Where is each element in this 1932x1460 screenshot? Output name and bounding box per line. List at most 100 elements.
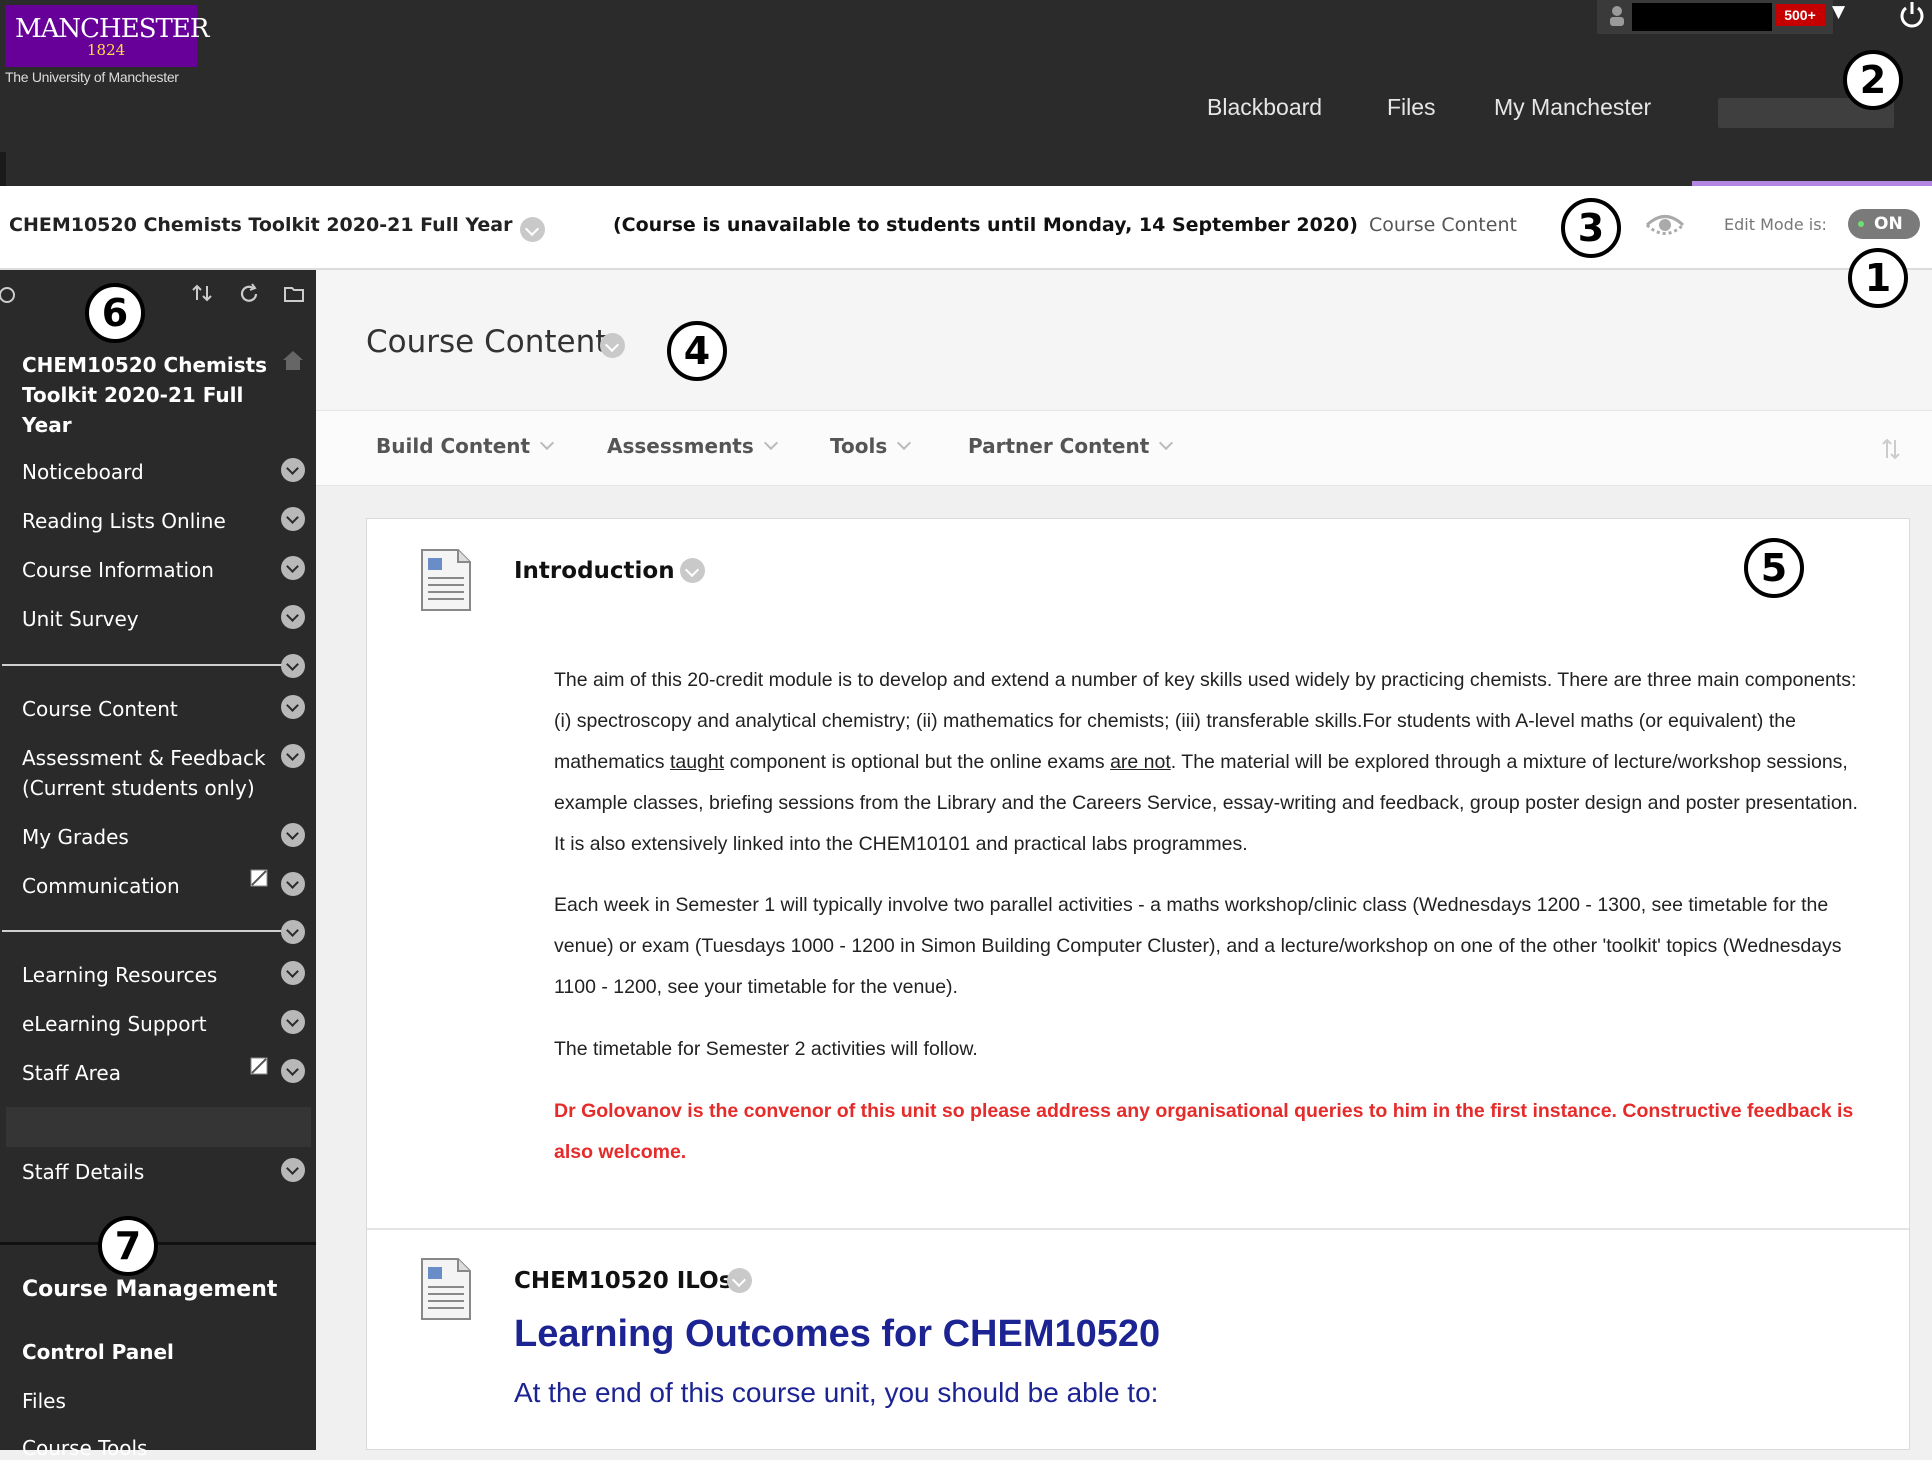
- sort-icon[interactable]: [1880, 436, 1902, 462]
- edit-mode-label: Edit Mode is:: [1724, 215, 1827, 234]
- chevron-down-icon[interactable]: [600, 333, 625, 358]
- nav-files[interactable]: Files: [1387, 94, 1436, 121]
- intro-text: taught: [669, 751, 725, 773]
- edit-mode-toggle[interactable]: ON: [1848, 209, 1920, 239]
- document-icon: [421, 1258, 471, 1320]
- chevron-down-icon[interactable]: [281, 556, 305, 580]
- nav-blackboard[interactable]: Blackboard: [1207, 94, 1322, 121]
- chevron-down-icon[interactable]: [520, 217, 545, 242]
- control-panel-link[interactable]: Control Panel: [22, 1340, 174, 1364]
- sidebar-divider: [2, 664, 284, 666]
- chevron-down-icon[interactable]: [281, 920, 305, 944]
- sidebar-divider: [0, 1242, 316, 1245]
- learning-outcomes-heading: Learning Outcomes for CHEM10520: [514, 1313, 1161, 1355]
- breadcrumb-course[interactable]: CHEM10520 Chemists Toolkit 2020-21 Full …: [9, 214, 512, 236]
- chevron-down-icon[interactable]: [281, 1158, 305, 1182]
- chevron-down-icon[interactable]: [281, 458, 305, 482]
- hidden-from-students-icon: [250, 869, 268, 887]
- sidebar-item-reading-lists[interactable]: Reading Lists Online: [22, 506, 226, 536]
- edit-mode-value: ON: [1874, 214, 1903, 234]
- sidebar-item-learning-resources[interactable]: Learning Resources: [22, 960, 217, 990]
- item-title-introduction[interactable]: Introduction: [514, 558, 675, 584]
- user-icon: [1610, 6, 1624, 26]
- status-dot: [1858, 221, 1864, 227]
- chevron-down-icon[interactable]: [281, 1059, 305, 1083]
- chevron-down-icon[interactable]: [281, 654, 305, 678]
- logout-icon[interactable]: [1896, 0, 1928, 30]
- sidebar-item-my-grades[interactable]: My Grades: [22, 822, 129, 852]
- files-link[interactable]: Files: [22, 1389, 66, 1413]
- intro-paragraph-1: The aim of this 20-credit module is to d…: [554, 660, 1872, 865]
- chevron-down-icon[interactable]: [281, 744, 305, 768]
- chevron-down-icon[interactable]: [281, 961, 305, 985]
- chevron-down-icon: [897, 435, 912, 451]
- nav-my-manchester[interactable]: My Manchester: [1494, 94, 1651, 121]
- university-logo[interactable]: MANCHESTER 1824: [5, 5, 209, 67]
- intro-text: component is optional but the online exa…: [724, 751, 1111, 773]
- partner-content-button[interactable]: Partner Content: [968, 434, 1174, 458]
- sidebar-item-unit-survey[interactable]: Unit Survey: [22, 604, 139, 634]
- assessments-button[interactable]: Assessments: [607, 434, 778, 458]
- tools-button[interactable]: Tools: [830, 434, 912, 458]
- availability-notice: (Course is unavailable to students until…: [613, 214, 1358, 236]
- course-management-title: Course Management: [22, 1277, 278, 1302]
- sidebar-item-assessment-feedback[interactable]: Assessment & Feedback (Current students …: [22, 743, 267, 803]
- sidebar-item-course-information[interactable]: Course Information: [22, 555, 214, 585]
- chevron-down-icon[interactable]: [281, 1010, 305, 1034]
- chevron-down-icon[interactable]: [281, 605, 305, 629]
- chevron-down-icon[interactable]: [680, 558, 705, 583]
- sidebar-item-staff-details[interactable]: Staff Details: [22, 1157, 144, 1187]
- sidebar-item-elearning-support[interactable]: eLearning Support: [22, 1009, 207, 1039]
- sidebar-blank-item[interactable]: [6, 1107, 311, 1147]
- folder-icon[interactable]: [281, 281, 307, 307]
- annotation-marker: 4: [667, 321, 727, 381]
- chevron-down-icon[interactable]: [281, 823, 305, 847]
- build-content-button[interactable]: Build Content: [376, 434, 555, 458]
- logo-subtitle: The University of Manchester: [5, 69, 179, 85]
- annotation-marker: 6: [85, 283, 145, 343]
- logo-year: 1824: [87, 41, 126, 59]
- annotation-marker: 3: [1561, 198, 1621, 258]
- refresh-icon[interactable]: [236, 281, 262, 307]
- annotation-marker: 2: [1843, 50, 1903, 110]
- hidden-from-students-icon: [250, 1057, 268, 1075]
- annotation-marker: 7: [98, 1216, 158, 1276]
- chevron-down-icon[interactable]: [281, 872, 305, 896]
- item-divider: [367, 1228, 1909, 1230]
- sidebar-item-noticeboard[interactable]: Noticeboard: [22, 457, 144, 487]
- course-tools-link[interactable]: Course Tools: [22, 1436, 147, 1460]
- document-icon: [421, 549, 471, 611]
- item-title-ilos[interactable]: CHEM10520 ILOs: [514, 1268, 732, 1294]
- chevron-down-icon: [763, 435, 778, 451]
- intro-paragraph-2: Each week in Semester 1 will typically i…: [554, 894, 1842, 998]
- chevron-down-icon: [1159, 435, 1174, 451]
- header-edge: [0, 152, 6, 186]
- chevron-down-icon: [539, 435, 555, 451]
- sidebar-divider: [2, 930, 284, 932]
- annotation-marker: 5: [1744, 538, 1804, 598]
- chevron-down-icon[interactable]: [727, 1268, 752, 1293]
- intro-text: are not: [1110, 751, 1171, 773]
- notification-badge[interactable]: 500+: [1775, 4, 1825, 26]
- build-content-label: Build Content: [376, 434, 531, 458]
- eye-icon[interactable]: [1643, 210, 1687, 240]
- intro-paragraph-3: The timetable for Semester 2 activities …: [554, 1038, 978, 1060]
- home-icon[interactable]: [281, 349, 305, 371]
- course-menu: [0, 270, 316, 1450]
- chevron-down-icon[interactable]: [281, 507, 305, 531]
- sidebar-item-staff-area[interactable]: Staff Area: [22, 1058, 121, 1088]
- sidebar-course-title[interactable]: CHEM10520 Chemists Toolkit 2020-21 Full …: [22, 350, 272, 440]
- sidebar-item-course-content[interactable]: Course Content: [22, 694, 178, 724]
- partner-content-label: Partner Content: [968, 434, 1150, 458]
- page-title: Course Content: [366, 324, 608, 360]
- assessments-label: Assessments: [607, 434, 754, 458]
- logo-name: MANCHESTER: [15, 14, 209, 44]
- chevron-down-icon[interactable]: [281, 695, 305, 719]
- breadcrumb-current: Course Content: [1369, 214, 1517, 236]
- sidebar-item-communication[interactable]: Communication: [22, 871, 180, 901]
- user-dropdown-icon[interactable]: ▼: [1832, 2, 1845, 22]
- intro-paragraph-convenor: Dr Golovanov is the convenor of this uni…: [554, 1100, 1854, 1163]
- learning-outcomes-subheading: At the end of this course unit, you shou…: [514, 1377, 1159, 1408]
- sort-icon[interactable]: [189, 280, 215, 306]
- add-menu-item-icon[interactable]: [0, 282, 20, 308]
